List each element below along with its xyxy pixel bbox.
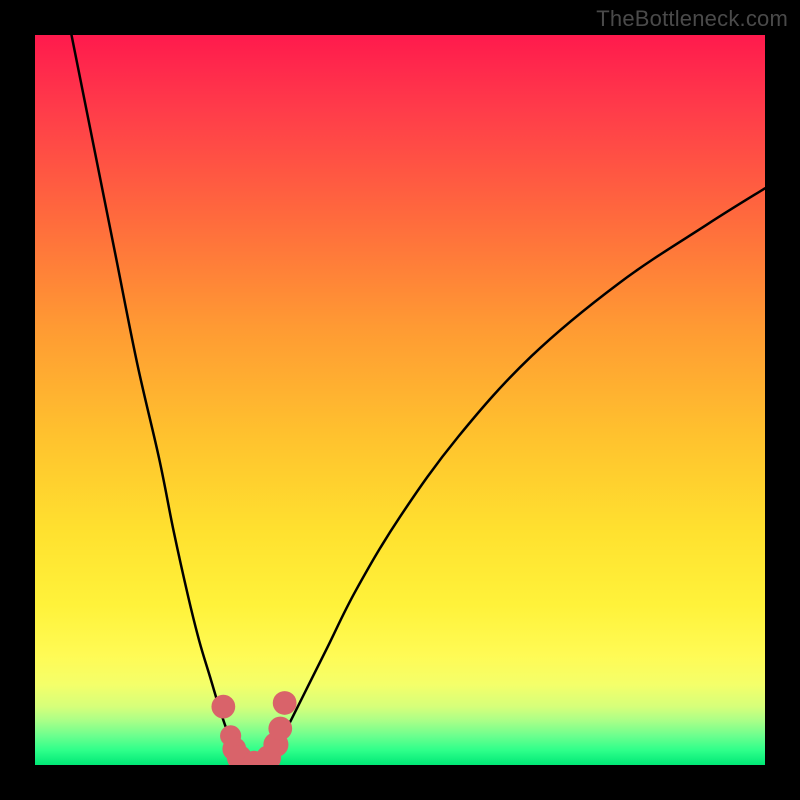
plot-area xyxy=(35,35,765,765)
data-marker xyxy=(273,691,297,715)
curve-path xyxy=(72,35,766,763)
data-marker xyxy=(211,695,235,719)
bottleneck-curve xyxy=(35,35,765,765)
watermark-text: TheBottleneck.com xyxy=(596,6,788,32)
chart-frame: TheBottleneck.com xyxy=(0,0,800,800)
data-marker xyxy=(268,717,292,741)
